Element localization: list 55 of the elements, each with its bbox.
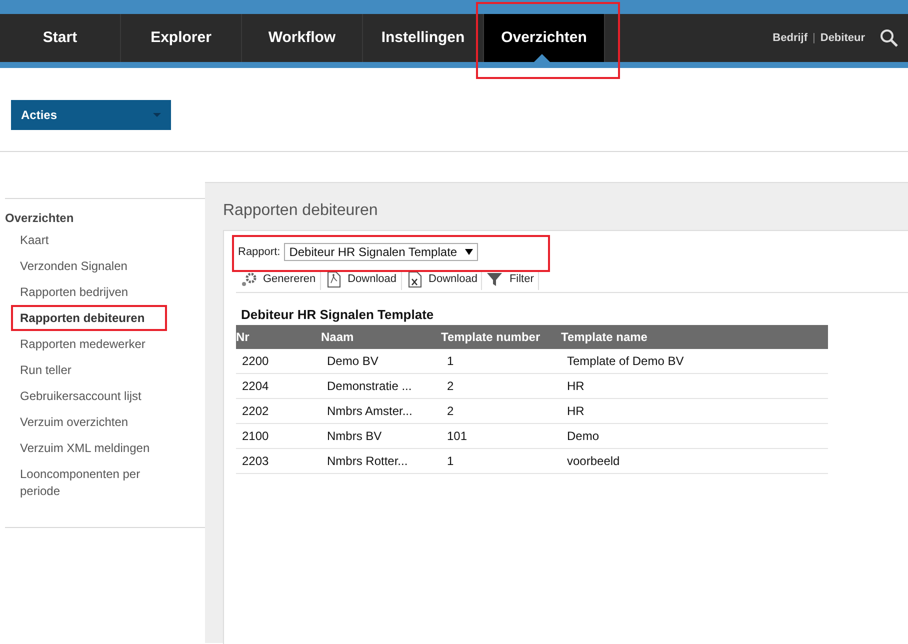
- search-icon[interactable]: [880, 29, 898, 47]
- table-cell-text: HR: [566, 378, 586, 395]
- column-header[interactable]: Nr: [236, 328, 321, 346]
- actions-dropdown-button[interactable]: Acties: [11, 100, 171, 130]
- report-select[interactable]: Debiteur HR Signalen Template: [284, 243, 478, 261]
- table-cell-text: 2203: [241, 453, 270, 470]
- column-header[interactable]: Naam: [321, 328, 441, 346]
- sidebar-item[interactable]: Rapporten bedrijven: [20, 284, 170, 301]
- toolbar-button[interactable]: Genereren: [236, 270, 321, 290]
- table-cell-text: Demo: [566, 428, 600, 445]
- link-separator: |: [812, 30, 816, 46]
- rapport-label: Rapport:: [238, 244, 280, 260]
- table-cell-text: Nmbrs BV: [326, 428, 383, 445]
- page-title: Rapporten debiteuren: [223, 201, 379, 221]
- table-cell-text: 2100: [241, 428, 270, 445]
- table-cell-text: Demo BV: [326, 353, 380, 370]
- pdf-file-icon: [324, 271, 342, 288]
- filter-icon: [486, 271, 504, 288]
- sidebar-item[interactable]: Rapporten medewerker: [20, 336, 170, 353]
- table-cell-text: HR: [566, 403, 586, 420]
- nav-tab[interactable]: Overzichten: [484, 14, 605, 62]
- table-cell-text: 2204: [241, 378, 270, 395]
- sidebar-item[interactable]: Verzuim XML meldingen: [20, 440, 170, 457]
- sidebar-item[interactable]: Rapporten debiteuren: [20, 310, 170, 327]
- gears-icon: [240, 271, 257, 288]
- column-header[interactable]: Template number: [441, 328, 561, 346]
- table-cell-text: 2202: [241, 403, 270, 420]
- sidebar-item[interactable]: Verzuim overzichten: [20, 414, 170, 431]
- table-cell-text: Template of Demo BV: [566, 353, 685, 370]
- table-cell-text: Nmbrs Amster...: [326, 403, 414, 420]
- table-cell-text: voorbeeld: [566, 453, 621, 470]
- sidebar-item[interactable]: Gebruikersaccount lijst: [20, 388, 170, 405]
- sidebar-heading: Overzichten: [5, 210, 75, 227]
- table-cell-text: Nmbrs Rotter...: [326, 453, 409, 470]
- toolbar-button[interactable]: Download: [320, 270, 402, 290]
- caret-icon: [153, 113, 161, 117]
- table-cell-text: 1: [446, 453, 455, 470]
- table-cell-text: 1: [446, 353, 455, 370]
- table-cell-text: 2200: [241, 353, 270, 370]
- table-title: Debiteur HR Signalen Template: [240, 306, 435, 324]
- sidebar-item[interactable]: Verzonden Signalen: [20, 258, 170, 275]
- excel-file-icon: [406, 271, 423, 288]
- toolbar-button[interactable]: Download: [402, 270, 482, 290]
- table-cell-text: 2: [446, 378, 455, 395]
- table-cell-text: 2: [446, 403, 455, 420]
- toolbar-button[interactable]: Filter: [482, 270, 539, 290]
- caret-icon: [465, 249, 474, 255]
- debtor-link[interactable]: Debiteur: [820, 30, 865, 46]
- sidebar-item[interactable]: Kaart: [20, 232, 170, 249]
- table-cell-text: Demonstratie ...: [326, 378, 413, 395]
- company-link[interactable]: Bedrijf: [772, 30, 808, 46]
- table-cell-text: 101: [446, 428, 468, 445]
- sidebar-item[interactable]: Run teller: [20, 362, 170, 379]
- sidebar-item[interactable]: Looncomponenten per periode: [20, 466, 170, 500]
- column-header[interactable]: Template name: [561, 328, 828, 346]
